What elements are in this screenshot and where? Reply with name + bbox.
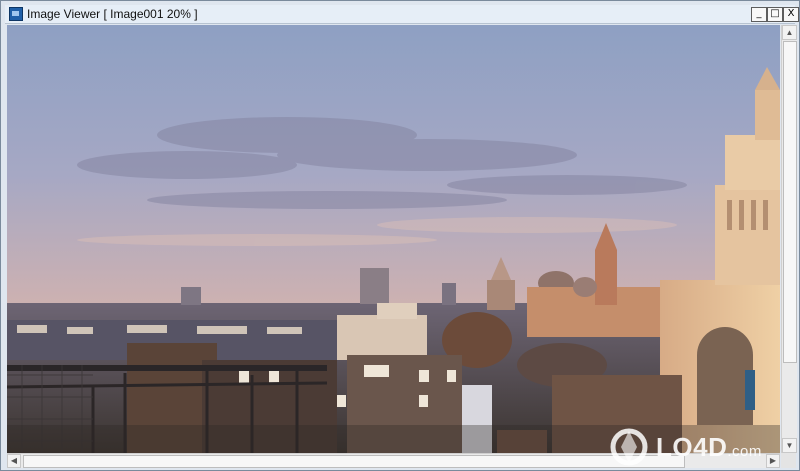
scroll-up-arrow-icon[interactable]: ▲ [782, 25, 797, 40]
maximize-button[interactable]: □ [767, 7, 783, 22]
horizontal-scroll-thumb[interactable] [23, 455, 685, 468]
city-skyline-image [7, 25, 780, 453]
vertical-scroll-thumb[interactable] [783, 41, 797, 363]
lo4d-logo-icon [610, 428, 648, 466]
window-title: Image Viewer [ Image001 20% ] [27, 7, 198, 21]
watermark-text: LO4D.com [656, 432, 762, 462]
watermark: LO4D.com [600, 425, 796, 467]
scroll-left-arrow-icon[interactable]: ◀ [7, 454, 21, 468]
title-bar[interactable]: Image Viewer [ Image001 20% ] _ □ X [5, 5, 799, 24]
vertical-scrollbar[interactable]: ▲ ▼ [781, 25, 797, 453]
app-icon [9, 7, 23, 21]
image-viewer-window: Image Viewer [ Image001 20% ] _ □ X ▲ ▼ … [0, 0, 800, 471]
close-button[interactable]: X [783, 7, 799, 22]
minimize-button[interactable]: _ [751, 7, 767, 22]
image-canvas[interactable] [7, 25, 780, 453]
